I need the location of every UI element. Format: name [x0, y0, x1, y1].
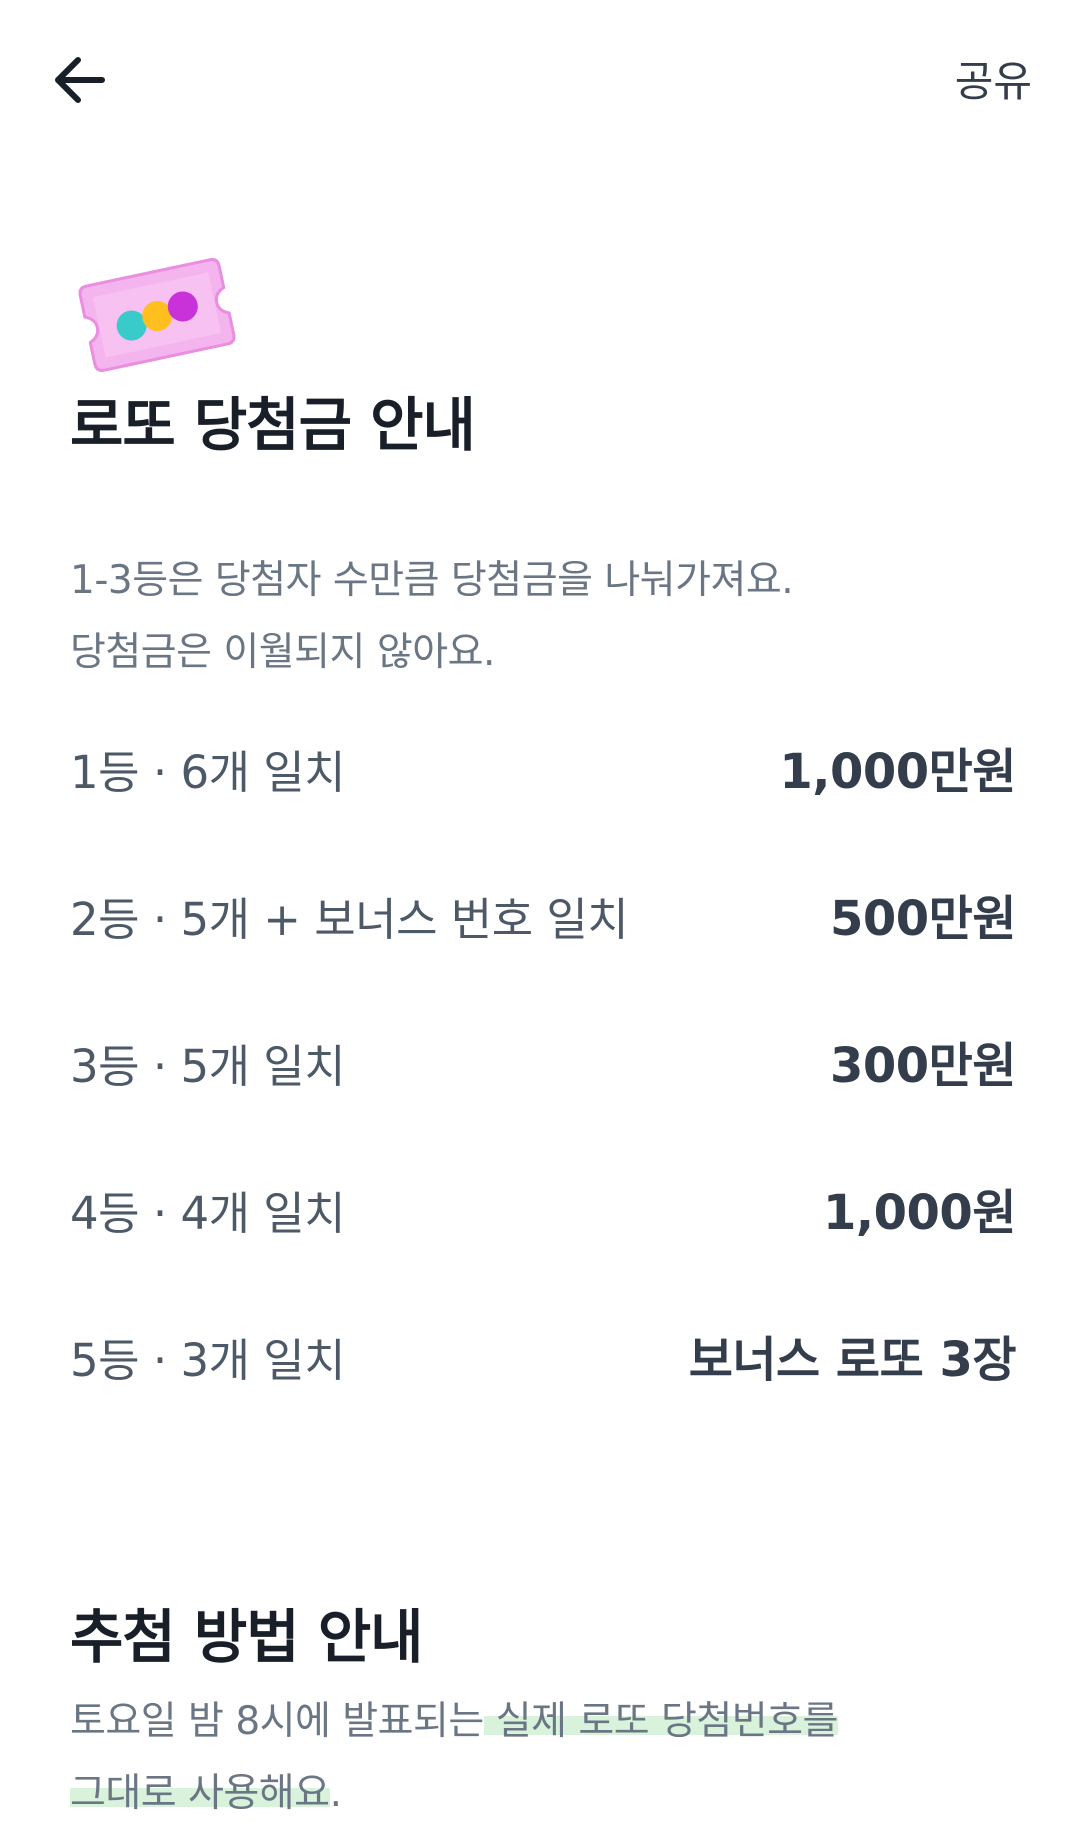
prize-rank-label: 3등 · 5개 일치	[70, 1040, 346, 1093]
arrow-left-icon	[55, 57, 105, 103]
top-bar: 공유	[0, 0, 1078, 150]
draw-description-period: .	[329, 1771, 342, 1816]
draw-section-title: 추첨 방법 안내	[70, 1603, 424, 1671]
prize-list: 1등 · 6개 일치 1,000만원 2등 · 5개 + 보너스 번호 일치 5…	[70, 736, 1017, 1471]
prize-rank-label: 2등 · 5개 + 보너스 번호 일치	[70, 893, 629, 946]
prize-row-2: 2등 · 5개 + 보너스 번호 일치 500만원	[70, 883, 1017, 1030]
prize-row-1: 1등 · 6개 일치 1,000만원	[70, 736, 1016, 883]
prize-rank-label: 5등 · 3개 일치	[70, 1334, 346, 1387]
draw-description-highlight-2: 그대로 사용해요	[70, 1771, 330, 1816]
draw-description: 토요일 밤 8시에 발표되는 실제 로또 당첨번호를그대로 사용해요.	[70, 1686, 1030, 1830]
prize-description-line-2: 당첨금은 이월되지 않아요.	[70, 630, 495, 675]
prize-rank-label: 4등 · 4개 일치	[70, 1187, 346, 1240]
prize-description-line-1: 1-3등은 당첨자 수만큼 당첨금을 나눠가져요.	[70, 558, 794, 603]
prize-section-title: 로또 당첨금 안내	[70, 391, 476, 459]
prize-amount: 1,000만원	[779, 744, 1016, 800]
prize-amount: 300만원	[829, 1038, 1017, 1094]
prize-description: 1-3등은 당첨자 수만큼 당첨금을 나눠가져요. 당첨금은 이월되지 않아요.	[70, 545, 794, 689]
draw-description-part-1: 토요일 밤 8시에 발표되는	[70, 1699, 484, 1744]
prize-amount: 보너스 로또 3장	[688, 1332, 1017, 1388]
prize-row-5: 5등 · 3개 일치 보너스 로또 3장	[70, 1324, 1017, 1471]
draw-description-highlight-1: 실제 로또 당첨번호를	[483, 1699, 838, 1744]
prize-rank-label: 1등 · 6개 일치	[70, 746, 346, 799]
back-button[interactable]	[40, 40, 120, 120]
share-button[interactable]: 공유	[955, 48, 1032, 109]
prize-amount: 500만원	[829, 891, 1017, 947]
prize-amount: 1,000원	[823, 1185, 1017, 1241]
prize-row-3: 3등 · 5개 일치 300만원	[70, 1030, 1017, 1177]
prize-row-4: 4등 · 4개 일치 1,000원	[70, 1177, 1017, 1324]
lotto-ticket-icon	[72, 250, 242, 380]
